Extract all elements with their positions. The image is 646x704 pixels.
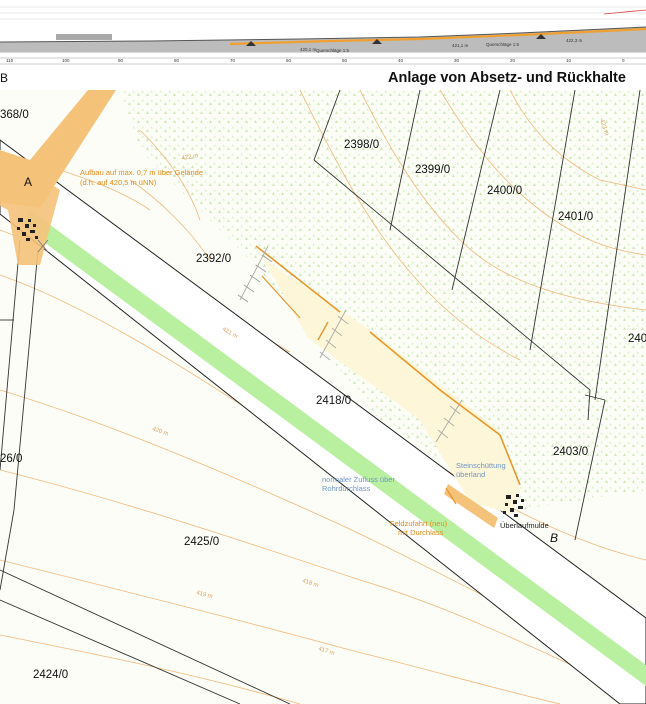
section-marker-a: A xyxy=(24,175,32,189)
section-marker-left: B xyxy=(0,71,9,85)
sheet-title-bar: B Anlage von Absetz- und Rückhalte xyxy=(0,68,646,91)
contour-label-2: 420 m xyxy=(151,426,169,437)
profile-level-3: 422,3 m xyxy=(566,38,583,43)
note-ueberlaufmulde: Überlaufmulde xyxy=(500,521,549,530)
note-stein-1: Steinschüttung xyxy=(456,461,506,470)
note-stein-2: überland xyxy=(456,470,485,479)
profile-level-2: 421,1 m xyxy=(452,43,469,48)
section-marker-b: B xyxy=(550,531,558,545)
parcel-label-2398: 2398/0 xyxy=(344,139,379,151)
site-plan-drawing: 368/0 2398/0 2399/0 2400/0 2401/0 2392/0… xyxy=(0,90,646,704)
svg-text:50: 50 xyxy=(342,58,348,63)
parcel-label-2399: 2399/0 xyxy=(415,164,450,176)
note-aufbau-1: Aufbau auf max. 0,7 m über Gelände xyxy=(80,168,203,177)
note-zufluss-1: normaler Zufluss über xyxy=(322,475,395,484)
svg-text:10: 10 xyxy=(566,58,572,63)
svg-text:0: 0 xyxy=(622,58,625,63)
svg-text:70: 70 xyxy=(230,58,236,63)
contour-label-5: 418 m xyxy=(301,578,319,589)
note-aufbau-2: (d.h. auf 420,5 m üNN) xyxy=(80,178,157,187)
note-zufluss-2: Rohrdurchlass xyxy=(322,484,371,493)
contour-label-4: 419 m xyxy=(195,590,213,600)
svg-text:80: 80 xyxy=(174,58,180,63)
profile-label-1: Querschläge 1:5 xyxy=(316,48,350,53)
parcel-label-368: 368/0 xyxy=(0,109,29,121)
parcel-label-2424: 2424/0 xyxy=(33,669,68,681)
note-feldzufahrt-2: mit Durchlass xyxy=(398,528,444,537)
profile-drawing: Querschläge 1:5 Querschläge 1:5 420,1 m … xyxy=(0,6,646,65)
svg-text:90: 90 xyxy=(118,58,124,63)
parcel-label-2400: 2400/0 xyxy=(487,185,522,197)
svg-text:100: 100 xyxy=(62,58,70,63)
site-plan-map[interactable]: 368/0 2398/0 2399/0 2400/0 2401/0 2392/0… xyxy=(0,90,646,704)
parcel-label-2425: 2425/0 xyxy=(184,536,219,548)
profile-level-1: 420,1 m xyxy=(300,47,317,52)
svg-text:20: 20 xyxy=(510,58,516,63)
profile-station-ticks: 110 100 90 80 70 60 50 40 30 20 10 0 xyxy=(6,58,625,63)
sheet-title: Anlage von Absetz- und Rückhalte xyxy=(388,70,626,86)
parcel-label-240x: 240 xyxy=(628,333,646,345)
longitudinal-profile: Querschläge 1:5 Querschläge 1:5 420,1 m … xyxy=(0,0,646,69)
profile-label-2: Querschläge 1:5 xyxy=(486,42,520,47)
svg-text:40: 40 xyxy=(398,58,404,63)
profile-structure xyxy=(56,34,112,40)
parcel-label-2401: 2401/0 xyxy=(558,211,593,223)
svg-text:110: 110 xyxy=(6,58,14,63)
parcel-label-26: 26/0 xyxy=(0,453,22,465)
note-feldzufahrt-1: Feldzufahrt (neu) xyxy=(390,519,448,528)
parcel-label-2418: 2418/0 xyxy=(316,395,351,407)
parcel-label-2392: 2392/0 xyxy=(196,253,231,265)
contour-label-6: 417 m xyxy=(317,646,335,657)
parcel-label-2403: 2403/0 xyxy=(553,446,588,458)
svg-text:30: 30 xyxy=(454,58,460,63)
svg-text:60: 60 xyxy=(286,58,292,63)
